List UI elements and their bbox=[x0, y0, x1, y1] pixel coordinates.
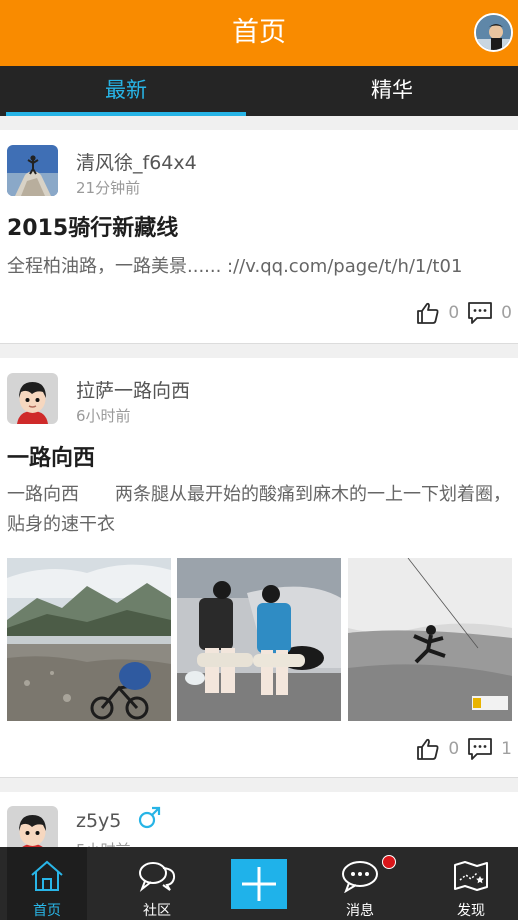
male-gender-icon bbox=[137, 806, 161, 834]
comment-count: 0 bbox=[501, 303, 512, 323]
post-avatar[interactable] bbox=[7, 145, 58, 196]
app-header: 首页 bbox=[0, 0, 518, 66]
post-actions: 0 0 bbox=[416, 300, 512, 326]
tab-bar: 最新 精华 bbox=[0, 66, 518, 116]
nav-home-label: 首页 bbox=[33, 903, 61, 919]
post-photo[interactable] bbox=[177, 558, 341, 721]
home-icon bbox=[31, 860, 63, 891]
nav-community[interactable]: 社区 bbox=[117, 847, 197, 920]
nav-messages-label: 消息 bbox=[346, 903, 374, 919]
post-avatar[interactable] bbox=[7, 373, 58, 424]
post-title[interactable]: 2015骑行新藏线 bbox=[7, 210, 178, 242]
post-actions: 0 1 bbox=[416, 736, 512, 762]
map-icon bbox=[454, 861, 488, 891]
post-username[interactable]: z5y5 bbox=[76, 810, 121, 832]
nav-community-label: 社区 bbox=[143, 903, 171, 919]
community-icon bbox=[139, 862, 176, 892]
post-feed[interactable]: 清风徐_f64x4 21分钟前 2015骑行新藏线 全程柏油路，一路美景....… bbox=[0, 116, 518, 847]
comment-icon[interactable] bbox=[467, 737, 493, 761]
like-count: 0 bbox=[448, 739, 460, 759]
tab-latest[interactable]: 最新 bbox=[6, 66, 246, 116]
post-username[interactable]: 清风徐_f64x4 bbox=[76, 148, 197, 175]
post-time: 6小时前 bbox=[76, 407, 131, 425]
like-icon[interactable] bbox=[416, 737, 440, 761]
comment-count: 1 bbox=[501, 739, 512, 759]
add-icon bbox=[242, 867, 276, 901]
message-icon bbox=[342, 861, 378, 893]
user-avatar[interactable] bbox=[474, 13, 513, 52]
add-post-button[interactable] bbox=[231, 859, 287, 909]
post-title[interactable]: 一路向西 bbox=[7, 440, 95, 472]
post-username[interactable]: 拉萨一路向西 bbox=[76, 376, 190, 403]
post-card[interactable]: z5y5 5小时前 bbox=[0, 792, 518, 847]
nav-home[interactable]: 首页 bbox=[7, 847, 87, 920]
post-photo[interactable] bbox=[348, 558, 512, 721]
post-time: 21分钟前 bbox=[76, 179, 141, 197]
post-body[interactable]: 全程柏油路，一路美景...... ://v.qq.com/page/t/h/1/… bbox=[7, 252, 512, 282]
nav-discover-label: 发现 bbox=[457, 903, 485, 919]
unread-badge bbox=[382, 855, 396, 869]
post-card[interactable]: 清风徐_f64x4 21分钟前 2015骑行新藏线 全程柏油路，一路美景....… bbox=[0, 130, 518, 344]
page-title: 首页 bbox=[232, 17, 286, 48]
like-icon[interactable] bbox=[416, 301, 440, 325]
comment-icon[interactable] bbox=[467, 301, 493, 325]
post-avatar[interactable] bbox=[7, 806, 58, 847]
post-time: 5小时前 bbox=[76, 839, 131, 847]
like-count: 0 bbox=[448, 303, 460, 323]
post-body[interactable]: 一路向西 两条腿从最开始的酸痛到麻木的一上一下划着圈，贴身的速干衣 bbox=[7, 480, 512, 540]
bottom-nav: 首页 社区 消息 发现 bbox=[0, 847, 518, 920]
nav-discover[interactable]: 发现 bbox=[431, 847, 511, 920]
tab-featured[interactable]: 精华 bbox=[272, 66, 512, 116]
post-card[interactable]: 拉萨一路向西 6小时前 一路向西 一路向西 两条腿从最开始的酸痛到麻木的一上一下… bbox=[0, 358, 518, 778]
post-photo[interactable] bbox=[7, 558, 171, 721]
